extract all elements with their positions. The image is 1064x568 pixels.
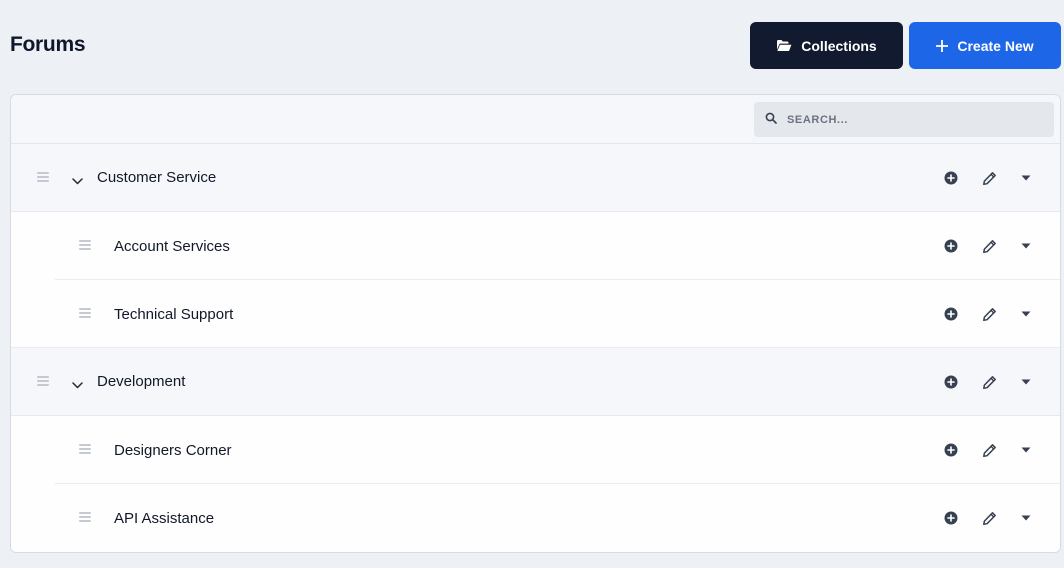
- create-new-button[interactable]: Create New: [909, 22, 1061, 69]
- collections-label: Collections: [801, 37, 877, 54]
- plus-circle-icon[interactable]: [943, 238, 959, 254]
- drag-handle-icon[interactable]: [79, 444, 91, 454]
- drag-handle-icon[interactable]: [79, 512, 91, 522]
- drag-handle-icon[interactable]: [37, 376, 49, 386]
- forum-label: Designers Corner: [114, 441, 232, 459]
- search-input[interactable]: [787, 113, 1027, 126]
- pencil-icon[interactable]: [981, 170, 997, 186]
- pencil-icon[interactable]: [981, 306, 997, 322]
- plus-circle-icon[interactable]: [943, 170, 959, 186]
- collections-button[interactable]: Collections: [750, 22, 903, 69]
- chevron-down-icon[interactable]: [72, 376, 83, 394]
- page-title: Forums: [10, 33, 86, 56]
- forum-row-account-services[interactable]: Account Services: [11, 212, 1060, 280]
- plus-circle-icon[interactable]: [943, 442, 959, 458]
- row-actions: [943, 442, 1034, 458]
- row-actions: [943, 510, 1034, 526]
- pencil-icon[interactable]: [981, 238, 997, 254]
- row-actions: [943, 306, 1034, 322]
- chevron-down-icon[interactable]: [72, 172, 83, 190]
- forum-row-api-assistance[interactable]: API Assistance: [11, 484, 1060, 552]
- caret-down-icon[interactable]: [1018, 306, 1034, 322]
- row-actions: [943, 238, 1034, 254]
- forum-label: Account Services: [114, 237, 230, 255]
- pencil-icon[interactable]: [981, 510, 997, 526]
- forum-label: Development: [97, 373, 186, 390]
- forum-label: API Assistance: [114, 509, 215, 527]
- forums-panel: Customer Service Account Services: [10, 94, 1061, 553]
- pencil-icon[interactable]: [981, 374, 997, 390]
- search-icon: [765, 111, 777, 129]
- caret-down-icon[interactable]: [1018, 238, 1034, 254]
- row-actions: [943, 374, 1034, 390]
- search-box[interactable]: [754, 102, 1054, 137]
- forum-row-technical-support[interactable]: Technical Support: [11, 280, 1060, 348]
- forum-row-development[interactable]: Development: [11, 348, 1060, 416]
- folder-open-icon: [776, 39, 792, 52]
- forum-label: Technical Support: [114, 305, 234, 323]
- plus-icon: [936, 39, 949, 52]
- drag-handle-icon[interactable]: [79, 240, 91, 250]
- create-new-label: Create New: [957, 37, 1034, 54]
- drag-handle-icon[interactable]: [79, 308, 91, 318]
- plus-circle-icon[interactable]: [943, 374, 959, 390]
- panel-header: [11, 95, 1060, 144]
- forum-row-customer-service[interactable]: Customer Service: [11, 144, 1060, 212]
- forum-row-designers-corner[interactable]: Designers Corner: [11, 416, 1060, 484]
- caret-down-icon[interactable]: [1018, 510, 1034, 526]
- caret-down-icon[interactable]: [1018, 374, 1034, 390]
- plus-circle-icon[interactable]: [943, 510, 959, 526]
- drag-handle-icon[interactable]: [37, 172, 49, 182]
- pencil-icon[interactable]: [981, 442, 997, 458]
- caret-down-icon[interactable]: [1018, 442, 1034, 458]
- caret-down-icon[interactable]: [1018, 170, 1034, 186]
- forum-label: Customer Service: [97, 169, 217, 186]
- row-actions: [943, 170, 1034, 186]
- plus-circle-icon[interactable]: [943, 306, 959, 322]
